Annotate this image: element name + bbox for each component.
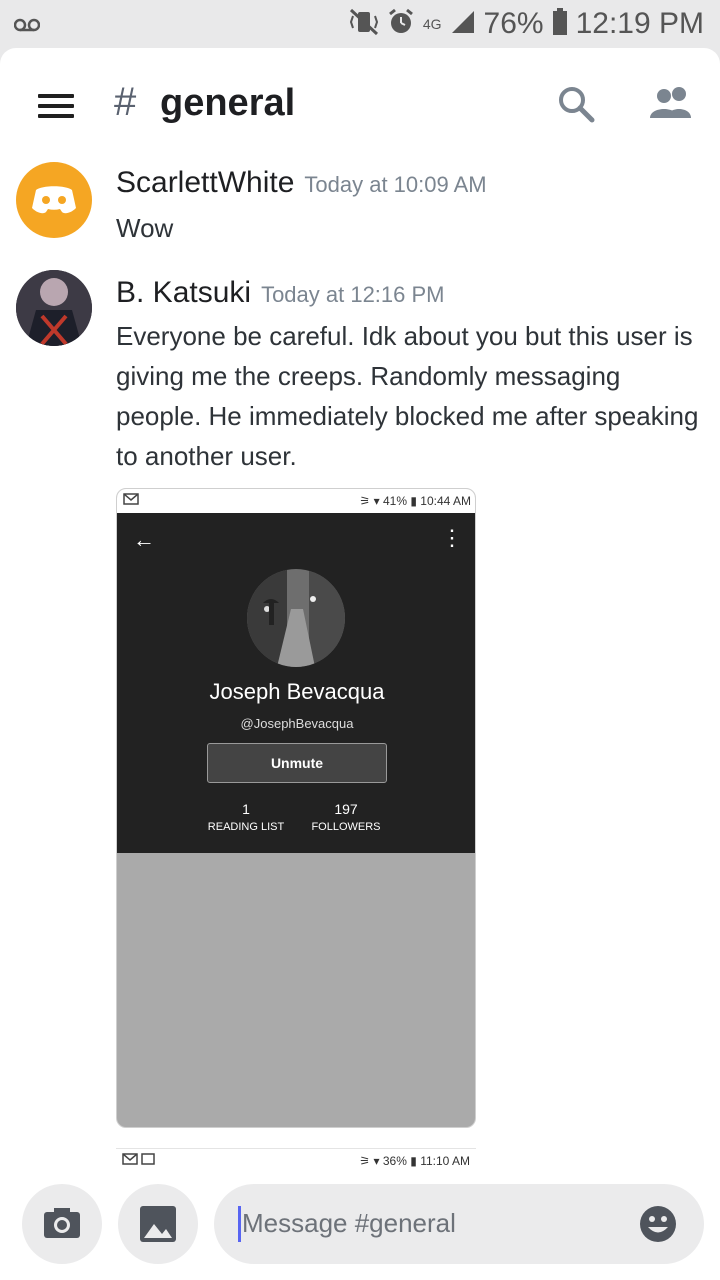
network-type: 4G [422, 16, 442, 32]
channel-name: general [160, 82, 296, 124]
attachment-status-bar: ⚞ ▾ 41% ▮ 10:44 AM [117, 489, 475, 513]
camera-icon [44, 1208, 80, 1238]
stat-label: READING LIST [207, 821, 285, 833]
search-icon[interactable] [556, 84, 596, 124]
alarm-icon [387, 8, 415, 41]
image-attachment[interactable]: ⚞ ▾ 41% ▮ 10:44 AM ← ⋮ Joseph Bevacqua @… [116, 488, 476, 1128]
emoji-icon[interactable] [638, 1204, 678, 1244]
more-vert-icon: ⋮ [441, 525, 463, 550]
profile-picture [247, 569, 345, 667]
stat-reading-list: 1 READING LIST [191, 801, 301, 833]
vibrate-mute-icon [349, 8, 379, 41]
voicemail-icon [13, 12, 41, 38]
message-input[interactable]: Message #general [214, 1184, 704, 1264]
message-timestamp: Today at 12:16 PM [261, 282, 445, 307]
message-placeholder: Message #general [242, 1208, 456, 1238]
chat-screen: # general ScarlettWhite Today at 10:09 AM… [0, 48, 720, 1280]
image-icon [140, 1206, 176, 1242]
attachment-battery: 36% [382, 1154, 407, 1168]
menu-icon[interactable] [38, 94, 74, 118]
text-caret [238, 1206, 241, 1242]
attachment-time: 11:10 AM [420, 1154, 470, 1168]
mail-icon [122, 1153, 156, 1168]
message-text: Wow [116, 213, 174, 243]
battery-icon [552, 7, 568, 41]
message-author[interactable]: B. Katsuki [116, 276, 251, 309]
signal-icon [450, 9, 476, 40]
message-timestamp: Today at 10:09 AM [304, 172, 487, 197]
message-composer: Message #general [0, 1176, 720, 1280]
stat-value: 197 [334, 801, 358, 817]
avatar[interactable] [16, 162, 92, 238]
attachment-battery: 41% [382, 494, 408, 508]
back-arrow-icon: ← [133, 527, 155, 552]
channel-header: # general [0, 48, 720, 160]
unmute-button: Unmute [207, 743, 387, 783]
channel-hash-icon: # [114, 80, 137, 124]
message-author[interactable]: ScarlettWhite [116, 166, 294, 199]
avatar[interactable] [16, 270, 92, 346]
camera-button[interactable] [22, 1184, 102, 1264]
profile-name: Joseph Bevacqua [209, 679, 385, 704]
image-attachment-2[interactable]: ⚞ ▾ 36% ▮ 11:10 AM [116, 1148, 476, 1172]
members-icon[interactable] [648, 84, 696, 124]
attachment-time: 10:44 AM [420, 494, 471, 508]
gallery-button[interactable] [118, 1184, 198, 1264]
battery-percent: 76% [483, 7, 544, 40]
mail-icon [123, 493, 139, 508]
stat-value: 1 [242, 801, 250, 817]
profile-panel: ← ⋮ Joseph Bevacqua @JosephBevacqua Unmu… [117, 513, 475, 853]
clock: 12:19 PM [575, 7, 704, 40]
profile-handle: @JosephBevacqua [240, 716, 354, 731]
status-bar: 4G 76% 12:19 PM [0, 0, 720, 48]
stat-label: FOLLOWERS [311, 821, 381, 833]
stat-followers: 197 FOLLOWERS [291, 801, 401, 833]
message-text: Everyone be careful. Idk about you but t… [116, 321, 699, 471]
